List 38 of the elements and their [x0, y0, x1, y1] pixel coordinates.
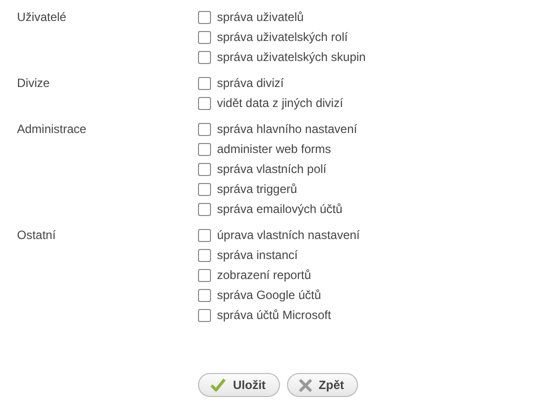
checkbox[interactable] [198, 248, 211, 262]
checkbox-label: správa emailových účtů [217, 201, 342, 217]
checkbox-label: správa vlastních polí [217, 161, 326, 177]
checkbox[interactable] [198, 162, 211, 176]
checkbox[interactable] [198, 96, 211, 110]
checkbox-label: zobrazení reportů [217, 267, 312, 283]
checkbox-label: správa instancí [217, 247, 298, 263]
checkbox[interactable] [198, 10, 211, 24]
checkbox-label: správa divizí [217, 75, 284, 91]
checkbox[interactable] [198, 30, 211, 44]
back-button[interactable]: Zpět [286, 373, 358, 397]
checkbox[interactable] [198, 50, 211, 64]
checkbox[interactable] [198, 288, 211, 302]
checkbox-label: správa hlavního nastavení [217, 121, 358, 137]
checkbox[interactable] [198, 142, 211, 156]
checkbox[interactable] [198, 308, 211, 322]
checkbox-label: úprava vlastních nastavení [217, 227, 360, 243]
close-icon [298, 378, 312, 392]
checkbox-label: správa Google účtů [217, 287, 322, 303]
group-label: Ostatní [17, 227, 57, 244]
checkbox[interactable] [198, 182, 211, 196]
checkbox-label: vidět data z jiných divizí [217, 95, 344, 111]
checkbox-label: správa uživatelských skupin [217, 49, 366, 65]
group-label: Uživatelé [17, 9, 68, 26]
checkbox-label: správa triggerů [217, 181, 298, 197]
checkbox-label: správa uživatelských rolí [217, 29, 348, 45]
group-label: Divize [17, 75, 51, 92]
checkbox[interactable] [198, 122, 211, 136]
checkbox[interactable] [198, 202, 211, 216]
checkbox[interactable] [198, 268, 211, 282]
checkbox-label: administer web forms [217, 141, 332, 157]
group-label: Administrace [17, 121, 88, 138]
checkbox-label: správa účtů Microsoft [217, 307, 332, 323]
checkbox-label: správa uživatelů [217, 9, 304, 25]
check-icon [210, 378, 226, 392]
save-button[interactable]: Uložit [198, 373, 280, 397]
checkbox[interactable] [198, 76, 211, 90]
checkbox[interactable] [198, 228, 211, 242]
